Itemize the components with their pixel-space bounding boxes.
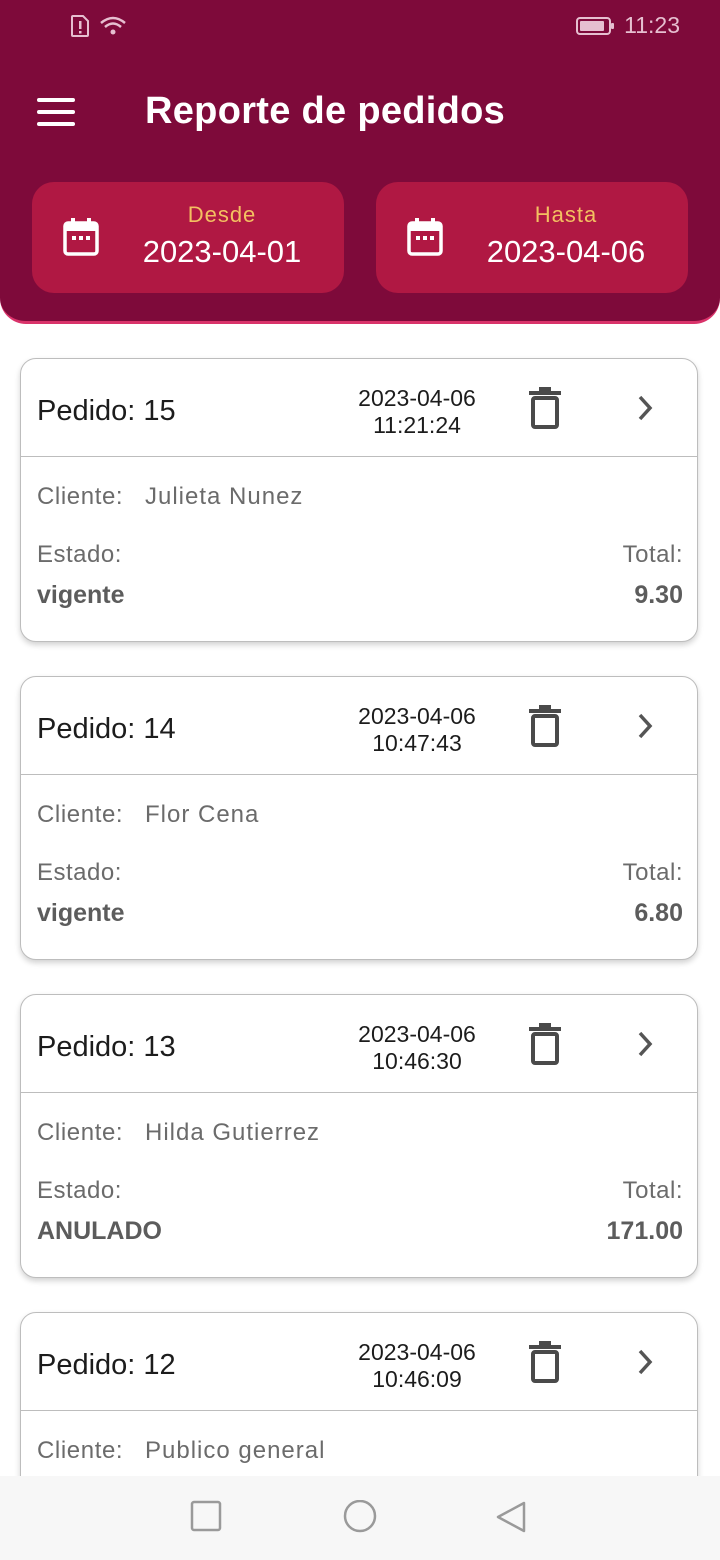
trash-icon[interactable] bbox=[527, 387, 563, 429]
status-time: 11:23 bbox=[624, 12, 680, 38]
order-status: vigente bbox=[37, 581, 125, 609]
client-label: Cliente: bbox=[37, 483, 124, 510]
chevron-right-icon[interactable] bbox=[635, 1029, 655, 1059]
order-number: Pedido: 15 bbox=[37, 395, 176, 427]
order-card-header: Pedido: 12 2023-04-06 10:46:09 bbox=[21, 1313, 697, 1411]
order-date: 2023-04-06 bbox=[358, 1021, 476, 1047]
order-datetime: 2023-04-06 10:46:09 bbox=[337, 1339, 497, 1393]
menu-icon[interactable] bbox=[30, 88, 82, 134]
chevron-right-icon[interactable] bbox=[635, 711, 655, 741]
total-label: Total: bbox=[622, 859, 683, 886]
order-card[interactable]: Pedido: 12 2023-04-06 10:46:09 Cliente: … bbox=[20, 1312, 698, 1476]
order-status: vigente bbox=[37, 899, 125, 927]
order-date: 2023-04-06 bbox=[358, 1339, 476, 1365]
date-to-label: Hasta bbox=[534, 202, 598, 227]
order-number: Pedido: 12 bbox=[37, 1349, 176, 1381]
order-date: 2023-04-06 bbox=[358, 385, 476, 411]
chevron-right-icon[interactable] bbox=[635, 1347, 655, 1377]
order-total: 6.80 bbox=[634, 899, 683, 927]
square-icon[interactable] bbox=[190, 1500, 222, 1532]
date-to-value: 2023-04-06 bbox=[486, 234, 646, 269]
order-time: 11:21:24 bbox=[373, 412, 461, 438]
triangle-back-icon[interactable] bbox=[494, 1500, 528, 1536]
total-label: Total: bbox=[622, 541, 683, 568]
order-date: 2023-04-06 bbox=[358, 703, 476, 729]
order-number: Pedido: 13 bbox=[37, 1031, 176, 1063]
order-total: 171.00 bbox=[606, 1217, 683, 1245]
client-label: Cliente: bbox=[37, 1119, 124, 1146]
date-to-button[interactable]: Hasta 2023-04-06 bbox=[376, 182, 688, 293]
client-label: Cliente: bbox=[37, 1437, 124, 1464]
trash-icon[interactable] bbox=[527, 705, 563, 747]
date-from-value: 2023-04-01 bbox=[142, 234, 302, 269]
client-name: Flor Cena bbox=[145, 801, 260, 828]
order-number: Pedido: 14 bbox=[37, 713, 176, 745]
order-card-header: Pedido: 14 2023-04-06 10:47:43 bbox=[21, 677, 697, 775]
client-name: Julieta Nunez bbox=[145, 483, 304, 510]
page-title: Reporte de pedidos bbox=[145, 90, 506, 132]
client-label: Cliente: bbox=[37, 801, 124, 828]
sim-alert-icon bbox=[71, 15, 89, 37]
order-time: 10:47:43 bbox=[372, 730, 462, 756]
battery-icon bbox=[576, 16, 615, 35]
status-icons-right: 11:23 bbox=[576, 12, 680, 39]
order-status: ANULADO bbox=[37, 1217, 162, 1245]
calendar-icon bbox=[63, 218, 99, 256]
app-bar: Reporte de pedidos bbox=[0, 70, 720, 154]
date-from-button[interactable]: Desde 2023-04-01 bbox=[32, 182, 344, 293]
circle-icon[interactable] bbox=[342, 1500, 378, 1536]
order-card[interactable]: Pedido: 15 2023-04-06 11:21:24 Cliente: … bbox=[20, 358, 698, 642]
order-datetime: 2023-04-06 10:46:30 bbox=[337, 1021, 497, 1075]
status-label: Estado: bbox=[37, 859, 122, 886]
calendar-icon bbox=[407, 218, 443, 256]
chevron-right-icon[interactable] bbox=[635, 393, 655, 423]
order-card-header: Pedido: 13 2023-04-06 10:46:30 bbox=[21, 995, 697, 1093]
order-time: 10:46:09 bbox=[372, 1366, 462, 1392]
client-name: Hilda Gutierrez bbox=[145, 1119, 321, 1146]
header: 11:23 Reporte de pedidos Desde 2023-04-0… bbox=[0, 0, 720, 324]
status-label: Estado: bbox=[37, 1177, 122, 1204]
status-bar: 11:23 bbox=[0, 0, 720, 56]
order-card[interactable]: Pedido: 14 2023-04-06 10:47:43 Cliente: … bbox=[20, 676, 698, 960]
order-datetime: 2023-04-06 11:21:24 bbox=[337, 385, 497, 439]
system-nav-bar bbox=[0, 1476, 720, 1560]
order-time: 10:46:30 bbox=[372, 1048, 462, 1074]
order-list[interactable]: Pedido: 15 2023-04-06 11:21:24 Cliente: … bbox=[0, 324, 720, 1476]
order-card-header: Pedido: 15 2023-04-06 11:21:24 bbox=[21, 359, 697, 457]
trash-icon[interactable] bbox=[527, 1023, 563, 1065]
total-label: Total: bbox=[622, 1177, 683, 1204]
order-card[interactable]: Pedido: 13 2023-04-06 10:46:30 Cliente: … bbox=[20, 994, 698, 1278]
wifi-icon bbox=[100, 16, 126, 35]
trash-icon[interactable] bbox=[527, 1341, 563, 1383]
date-from-label: Desde bbox=[187, 202, 257, 227]
status-label: Estado: bbox=[37, 541, 122, 568]
status-icons-left bbox=[70, 14, 128, 38]
order-total: 9.30 bbox=[634, 581, 683, 609]
order-datetime: 2023-04-06 10:47:43 bbox=[337, 703, 497, 757]
client-name: Publico general bbox=[145, 1437, 326, 1464]
